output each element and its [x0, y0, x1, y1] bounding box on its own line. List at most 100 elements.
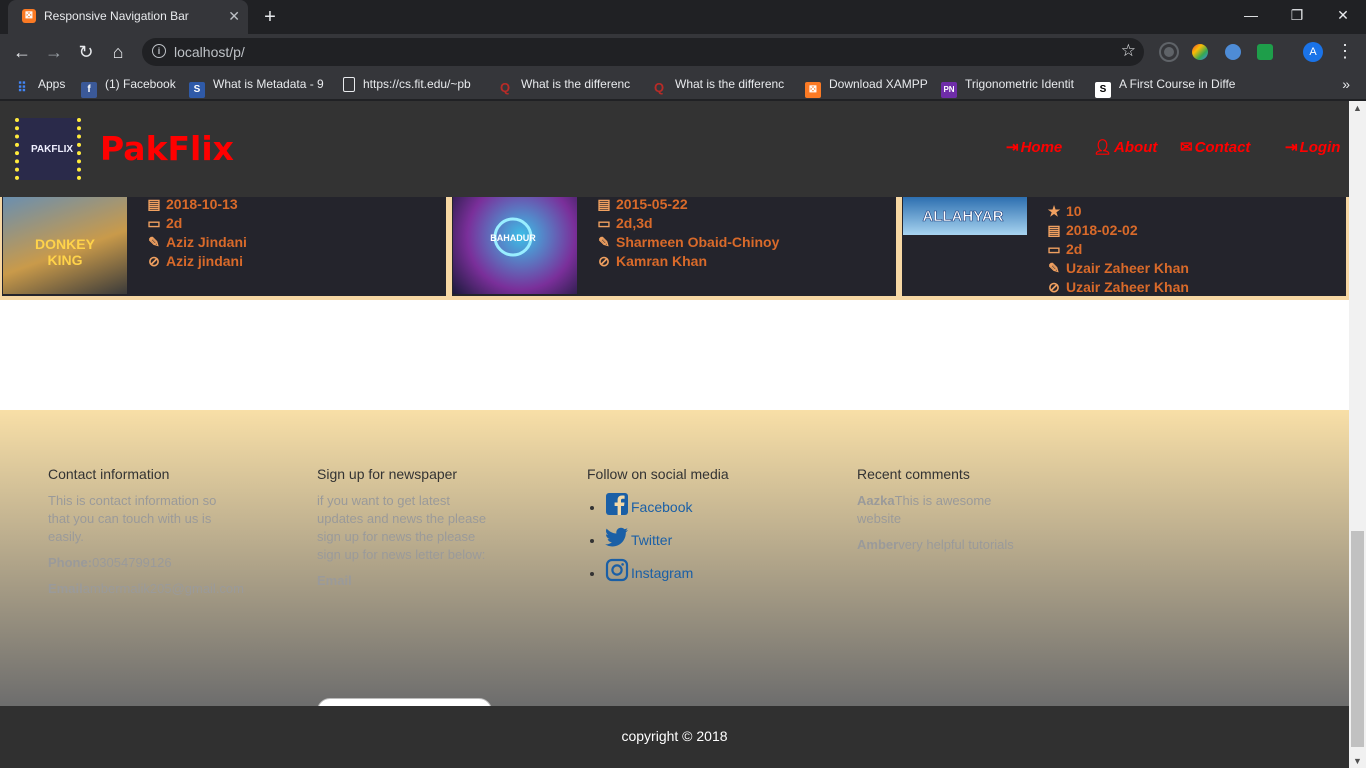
- tab-title: Responsive Navigation Bar: [44, 9, 189, 23]
- pencil-icon: ✎: [1048, 260, 1060, 276]
- reload-icon[interactable]: ↻: [72, 39, 100, 65]
- bookmark-cs-fit[interactable]: https://cs.fit.edu/~pb: [343, 77, 483, 92]
- browser-toolbar: ← → ↻ ⌂ i localhost/p/ ☆ A ⋮: [0, 34, 1366, 70]
- movie-format: ▭ 2d,3d: [597, 215, 653, 231]
- svg-text:BAHADUR: BAHADUR: [490, 233, 536, 243]
- footer-contact: Contact information This is contact info…: [48, 466, 248, 598]
- bookmark-apps[interactable]: ⠿ Apps: [14, 77, 65, 96]
- social-links-list: Facebook Twitter Instagram: [587, 492, 787, 583]
- forward-icon[interactable]: →: [40, 39, 68, 65]
- movie-format: ▭ 2d: [147, 215, 183, 231]
- nav-home[interactable]: ⇥ Home: [1006, 138, 1062, 156]
- bookmark-xampp[interactable]: ⊠ Download XAMPP: [805, 77, 928, 98]
- footer-social: Follow on social media Facebook Twitter …: [587, 466, 787, 591]
- site-logo[interactable]: PAKFLIX: [15, 118, 81, 180]
- copyright-bar: copyright © 2018: [0, 706, 1349, 768]
- browser-tab-bar: ⊠ Responsive Navigation Bar ✕ + — ❐ ✕: [0, 0, 1366, 34]
- nav-login[interactable]: ⇥ Login: [1285, 138, 1340, 156]
- url-text[interactable]: localhost/p/: [174, 44, 245, 60]
- bookmark-quora-2[interactable]: Q What is the differenc: [651, 77, 791, 96]
- svg-text:ALLAHYAR: ALLAHYAR: [922, 208, 1003, 225]
- 3-bahadur-poster-art: BAHADUR: [490, 217, 536, 257]
- bookmark-star-icon[interactable]: ☆: [1121, 41, 1136, 61]
- sign-in-icon: ⇥: [1285, 139, 1298, 156]
- scroll-down-arrow-icon[interactable]: ▼: [1353, 756, 1362, 766]
- movie-director: ⊘ Uzair Zaheer Khan: [1046, 279, 1189, 296]
- back-icon[interactable]: ←: [8, 39, 36, 65]
- donkey-king-poster-art: DONKEYKING: [35, 236, 96, 268]
- twitter-icon: [605, 527, 628, 547]
- info-icon[interactable]: i: [152, 44, 166, 58]
- social-item: Facebook: [605, 492, 787, 517]
- scroll-up-arrow-icon[interactable]: ▲: [1353, 103, 1362, 113]
- svg-text:DONKEY: DONKEY: [35, 236, 96, 252]
- bookmark-facebook[interactable]: f (1) Facebook: [81, 77, 176, 98]
- movie-rating: ★ 10: [1047, 203, 1082, 219]
- movie-writer: ✎ Aziz Jindani: [146, 234, 247, 251]
- pencil-icon: ✎: [148, 234, 160, 250]
- calendar-icon: ▤: [147, 196, 161, 212]
- newsletter-text: if you want to get latest updates and ne…: [317, 493, 487, 562]
- movie-cards-row: DONKEY KING ▤ 2018-10-13 ▭ 2d ✎ Aziz Jindani…: [0, 196, 1349, 300]
- movie-card[interactable]: DONKEY KING ▤ 2018-10-13 ▭ 2d ✎ Aziz Jindani…: [2, 196, 446, 296]
- footer-newsletter-heading: Sign up for newspaper: [317, 466, 458, 482]
- s-icon: S: [1095, 82, 1111, 98]
- movie-date: ▤ 2015-05-22: [597, 196, 688, 212]
- bookmarks-bar: ⠿ Apps f (1) Facebook S What is Metadata - …: [0, 70, 1366, 100]
- brand-name[interactable]: PakFlix: [100, 129, 234, 168]
- movie-poster[interactable]: BAHADUR: [453, 197, 577, 294]
- comment-item: Ambervery helpful tutorials: [857, 537, 1014, 552]
- nav-contact[interactable]: ✉ Contact: [1180, 138, 1250, 156]
- new-tab-button[interactable]: +: [256, 4, 284, 30]
- extension-green-icon[interactable]: [1257, 44, 1273, 60]
- bookmarks-overflow-icon[interactable]: »: [1342, 76, 1350, 92]
- extension-colorful-icon[interactable]: [1192, 44, 1208, 60]
- comment-item: AazkaThis is awesome website: [857, 493, 992, 526]
- scroll-thumb[interactable]: [1351, 531, 1364, 747]
- copyright-text: copyright © 2018: [621, 728, 728, 744]
- extension-owl-icon[interactable]: [1225, 44, 1241, 60]
- movie-director: ⊘ Aziz jindani: [146, 253, 243, 270]
- minimize-icon[interactable]: —: [1228, 0, 1274, 30]
- footer-social-heading: Follow on social media: [587, 466, 729, 482]
- movie-poster[interactable]: ALLAHYAR: [903, 197, 1027, 235]
- movie-writer: ✎ Sharmeen Obaid-Chinoy: [596, 234, 779, 251]
- allahyar-poster-art: ALLAHYAR: [922, 208, 1004, 226]
- home-icon[interactable]: ⌂: [104, 39, 132, 65]
- doc-icon: S: [189, 82, 205, 98]
- menu-dots-icon[interactable]: ⋮: [1336, 40, 1354, 62]
- movie-card[interactable]: ALLAHYAR ★ 10 ▤ 2018-02-02 ▭ 2d ✎ Uzair Zahe…: [902, 197, 1346, 296]
- movie-card[interactable]: BAHADUR ▤ 2015-05-22 ▭ 2d,3d ✎ Sharmeen Oba…: [452, 196, 896, 296]
- tab-close-icon[interactable]: ✕: [228, 8, 240, 24]
- instagram-link[interactable]: Instagram: [605, 558, 693, 582]
- monitor-icon: ▭: [1047, 241, 1061, 257]
- page-scrollbar[interactable]: ▲ ▼: [1349, 101, 1366, 768]
- bookmark-first-course[interactable]: SA First Course in Diffe: [1095, 77, 1235, 98]
- bookmark-trig[interactable]: PN Trigonometric Identit: [941, 77, 1081, 98]
- close-window-icon[interactable]: ✕: [1320, 0, 1366, 30]
- bookmark-quora-1[interactable]: Q What is the differenc: [497, 77, 637, 96]
- movie-poster[interactable]: DONKEY KING: [3, 197, 127, 294]
- footer-contact-heading: Contact information: [48, 466, 170, 482]
- bookmark-metadata[interactable]: S What is Metadata - 9: [189, 77, 329, 98]
- movie-format: ▭ 2d: [1047, 241, 1083, 257]
- movie-date: ▤ 2018-10-13: [147, 196, 238, 212]
- extension-record-icon[interactable]: [1161, 44, 1177, 60]
- quora-icon: Q: [653, 80, 665, 95]
- compass-icon: ⊘: [1048, 279, 1060, 295]
- twitter-link[interactable]: Twitter: [605, 527, 672, 548]
- footer-comments-heading: Recent comments: [857, 466, 970, 482]
- social-item: Twitter: [605, 525, 787, 550]
- browser-tab[interactable]: ⊠ Responsive Navigation Bar ✕: [8, 0, 248, 34]
- restore-icon[interactable]: ❐: [1274, 0, 1320, 30]
- facebook-link[interactable]: Facebook: [605, 493, 692, 515]
- footer-newsletter: Sign up for newspaper if you want to get…: [317, 466, 517, 590]
- calendar-icon: ▤: [597, 196, 611, 212]
- nav-about[interactable]: 👤︎ About: [1093, 138, 1157, 156]
- page-icon: [343, 77, 355, 92]
- address-bar[interactable]: i localhost/p/ ☆: [142, 38, 1144, 66]
- profile-avatar[interactable]: A: [1303, 42, 1323, 62]
- contact-text: This is contact information so that you …: [48, 493, 217, 544]
- sign-in-icon: ⇥: [1006, 139, 1019, 156]
- newsletter-email-label: Email: [317, 573, 352, 588]
